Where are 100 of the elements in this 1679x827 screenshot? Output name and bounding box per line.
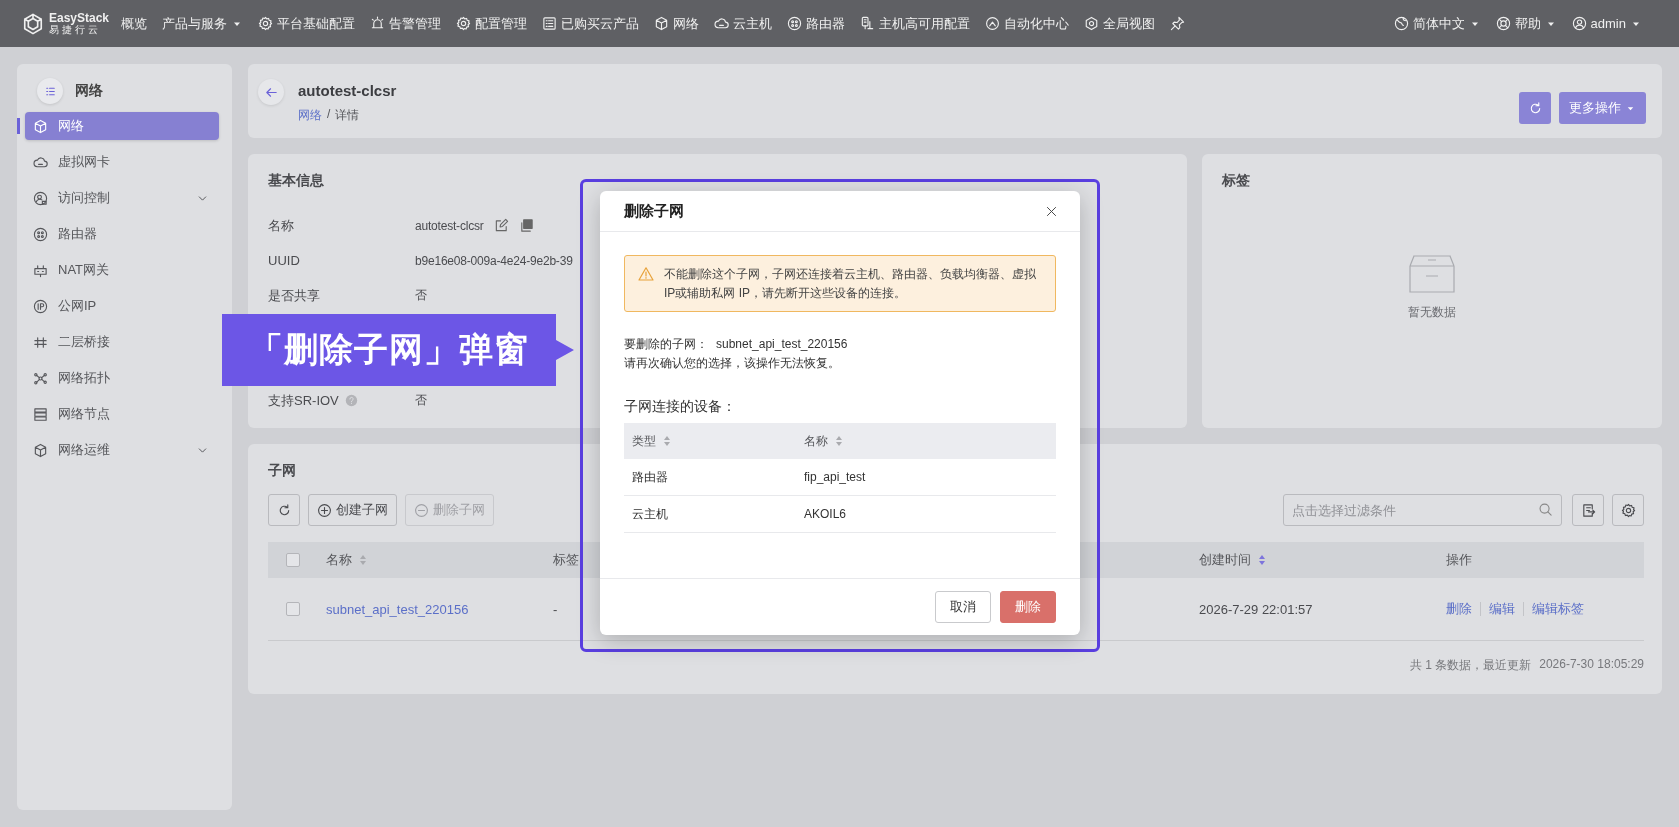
nav-menu-item[interactable]: 告警管理 (370, 14, 442, 33)
copy-icon (518, 218, 534, 233)
close-button[interactable] (1045, 204, 1058, 218)
nav-menu-item[interactable]: 产品与服务 (162, 14, 244, 33)
circle-dots-icon (33, 226, 48, 242)
create-subnet-button[interactable]: 创建子网 (308, 494, 397, 526)
alarm-bell-icon (370, 16, 386, 31)
sidebar-item[interactable]: 公网IP (25, 292, 219, 320)
column-header[interactable]: 创建时间 (1199, 551, 1266, 569)
nav-menu-item[interactable]: 路由器 (787, 14, 846, 33)
table-cell: 云主机 (632, 505, 668, 523)
sort-icon (1258, 554, 1266, 566)
edit-icon (493, 218, 509, 233)
settings-button[interactable] (1612, 494, 1644, 526)
plus-circle-icon (317, 502, 332, 518)
delete-button[interactable]: 删除 (1000, 591, 1056, 623)
callout-tooltip: 「删除子网」弹窗 (222, 314, 574, 386)
nav-menu-item[interactable]: 自动化中心 (985, 14, 1070, 33)
export-button[interactable] (1572, 494, 1604, 526)
action-link[interactable]: 编辑标签 (1532, 600, 1584, 618)
update-time: 2026-7-30 18:05:29 (1539, 657, 1644, 673)
bridge-icon (33, 334, 48, 350)
nav-menu-item[interactable]: 概览 (121, 14, 148, 33)
refresh-button[interactable] (268, 494, 300, 526)
gear-icon (258, 16, 274, 31)
nav-menu-item[interactable]: 网络 (654, 14, 700, 33)
sidebar-item[interactable]: 路由器 (25, 220, 219, 248)
sort-icon (663, 435, 671, 447)
nav-menu-item[interactable]: 全局视图 (1084, 14, 1156, 33)
sidebar-item[interactable]: 二层桥接 (25, 328, 219, 356)
sidebar-item[interactable]: 网络运维 (25, 436, 219, 464)
confirm-text: 请再次确认您的选择，该操作无法恢复。 (624, 355, 841, 372)
table-cell: 路由器 (632, 468, 668, 486)
sidebar-item[interactable]: NAT网关 (25, 256, 219, 284)
cloud-icon (714, 16, 730, 31)
column-header[interactable]: 名称 (326, 551, 367, 569)
subnet-name: subnet_api_test_220156 (716, 336, 848, 353)
globe-icon (1393, 16, 1409, 31)
breadcrumb-separator: / (327, 107, 331, 123)
sidebar-item[interactable]: 网络 (25, 112, 219, 140)
help-icon (344, 394, 358, 407)
table-cell: fip_api_test (804, 470, 866, 484)
cube-icon (654, 16, 670, 31)
server-stack-icon (33, 406, 48, 422)
server-icon (860, 16, 876, 31)
warning-icon (638, 266, 654, 282)
user-icon (1571, 16, 1587, 31)
field-value: 否 (415, 287, 427, 304)
circle-dots-icon (787, 16, 803, 31)
selection-indicator (17, 118, 20, 134)
action-link[interactable]: 编辑 (1489, 600, 1515, 618)
logo-name: EasyStack (49, 11, 110, 25)
column-header[interactable]: 名称 (804, 432, 843, 450)
more-actions-button[interactable]: 更多操作 (1559, 92, 1646, 124)
empty-box-icon (1408, 254, 1456, 294)
nav-menu-item[interactable]: 已购买云产品 (542, 14, 640, 33)
breadcrumb-link[interactable]: 网络 (298, 107, 322, 124)
breadcrumb-current: 详情 (335, 107, 360, 124)
page-title: autotest-clcsr (298, 82, 397, 99)
column-header: 标签 (553, 551, 579, 569)
nav-menu-item[interactable]: 简体中文 (1393, 14, 1481, 33)
pin-icon (1170, 16, 1186, 31)
filter-field[interactable]: 点击选择过滤条件 (1283, 494, 1562, 526)
empty-state-text: 暂无数据 (1408, 304, 1456, 321)
ip-circle-icon (33, 298, 48, 314)
field-label: 支持SR-IOV (268, 391, 339, 410)
back-button[interactable] (258, 79, 284, 105)
close-icon (1045, 204, 1058, 218)
checkbox[interactable] (286, 602, 300, 616)
nav-menu-item[interactable]: admin (1571, 16, 1642, 31)
action-link[interactable]: 删除 (1446, 600, 1472, 618)
subnet-name-link[interactable]: subnet_api_test_220156 (326, 601, 469, 617)
edit-button[interactable] (493, 218, 509, 233)
pin-button[interactable] (1170, 16, 1186, 31)
copy-button[interactable] (518, 218, 534, 233)
sidebar-item[interactable]: 访问控制 (25, 184, 219, 212)
table-summary: 共 1 条数据，最近更新 (1409, 657, 1532, 674)
nav-menu-item[interactable]: 帮助 (1495, 14, 1557, 33)
section-title: 子网连接的设备： (624, 398, 737, 416)
card-title: 子网 (268, 462, 296, 480)
hexagon-icon (1084, 16, 1100, 31)
menu-button[interactable] (37, 78, 63, 104)
nav-menu-item[interactable]: 平台基础配置 (258, 14, 356, 33)
sidebar-title: 网络 (75, 82, 103, 100)
logo-icon (22, 12, 44, 35)
column-header[interactable]: 类型 (632, 432, 671, 450)
sidebar-item[interactable]: 网络节点 (25, 400, 219, 428)
refresh-button[interactable] (1519, 92, 1551, 124)
sidebar-item[interactable]: 网络拓扑 (25, 364, 219, 392)
sort-icon (359, 554, 367, 566)
nav-menu-item[interactable]: 配置管理 (456, 14, 528, 33)
nav-menu-item[interactable]: 主机高可用配置 (860, 14, 971, 33)
user-lock-icon (33, 190, 48, 206)
gateway-icon (33, 262, 48, 278)
sidebar-item[interactable]: 虚拟网卡 (25, 148, 219, 176)
dialog-title: 删除子网 (624, 201, 684, 221)
cube-icon (33, 118, 48, 134)
checkbox[interactable] (286, 553, 300, 567)
nav-menu-item[interactable]: 云主机 (714, 14, 773, 33)
cancel-button[interactable]: 取消 (935, 591, 991, 623)
